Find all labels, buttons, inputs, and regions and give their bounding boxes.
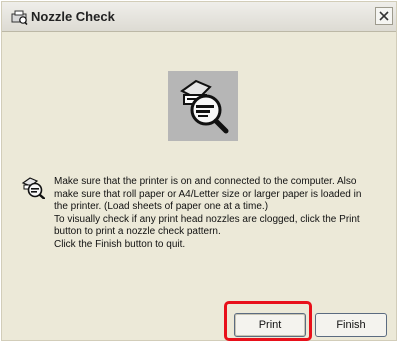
title-bar: Nozzle Check <box>2 2 396 32</box>
instruction-line: button to print a nozzle check pattern. <box>54 226 221 238</box>
close-icon <box>379 11 389 21</box>
nozzle-check-magnifier-icon <box>180 79 229 134</box>
instructions-text: Make sure that the printer is on and con… <box>54 176 384 252</box>
instruction-line: Make sure that the printer is on and con… <box>54 176 357 187</box>
printer-check-icon <box>10 9 28 26</box>
close-button[interactable] <box>375 7 393 25</box>
instruction-line: make sure that roll paper or A4/Letter s… <box>54 188 362 200</box>
finish-button[interactable]: Finish <box>315 313 387 337</box>
nozzle-check-illustration <box>168 71 238 141</box>
nozzle-check-icon <box>21 177 46 200</box>
nozzle-check-dialog: Nozzle Check Make sure that the printer … <box>1 1 397 341</box>
dialog-title: Nozzle Check <box>31 9 115 24</box>
instruction-line: To visually check if any print head nozz… <box>54 213 360 225</box>
instruction-line: Click the Finish button to quit. <box>54 238 186 250</box>
instruction-line: the printer. (Load sheets of paper one a… <box>54 201 269 213</box>
print-button-highlight <box>224 301 312 341</box>
